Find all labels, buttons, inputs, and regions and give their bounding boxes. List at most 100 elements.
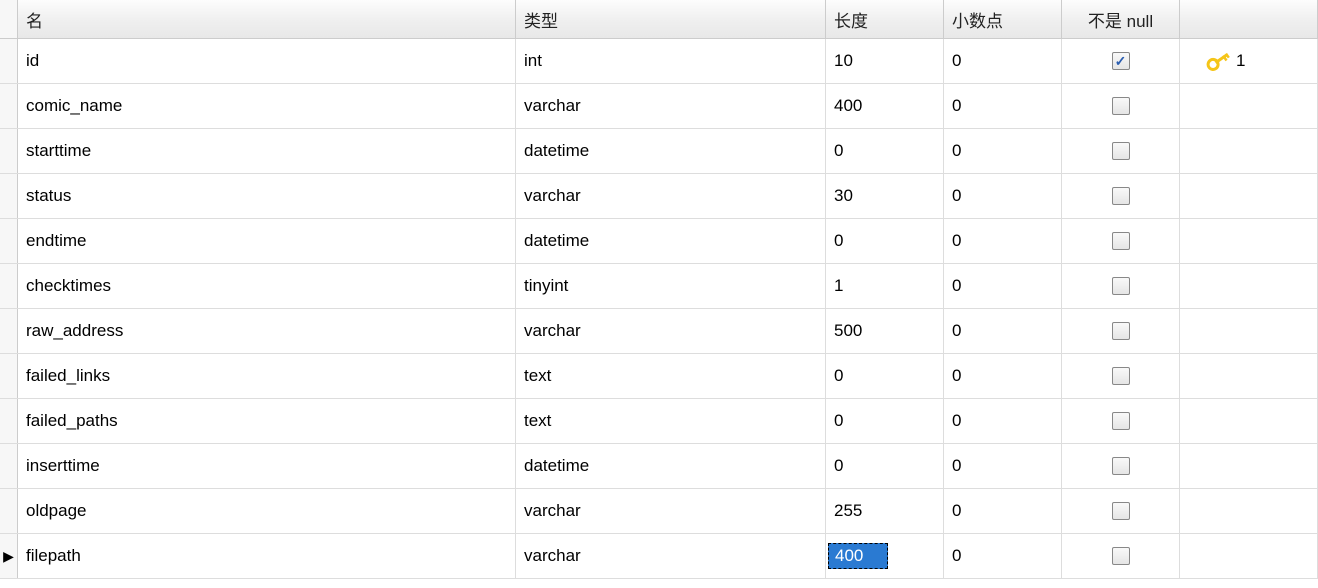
cell-field-type[interactable]: tinyint [516, 264, 826, 308]
not-null-checkbox[interactable] [1112, 547, 1130, 565]
cell-field-length[interactable]: 400 [826, 534, 944, 578]
cell-field-type[interactable]: int [516, 39, 826, 83]
table-row[interactable]: raw_addressvarchar5000 [0, 309, 1318, 354]
not-null-checkbox[interactable] [1112, 52, 1130, 70]
cell-not-null[interactable] [1062, 444, 1180, 488]
row-gutter[interactable] [0, 309, 18, 353]
cell-field-length[interactable]: 0 [826, 219, 944, 263]
row-gutter[interactable] [0, 444, 18, 488]
cell-field-name[interactable]: status [18, 174, 516, 218]
not-null-checkbox[interactable] [1112, 322, 1130, 340]
cell-primary-key[interactable]: 1 [1180, 39, 1318, 83]
cell-field-decimals[interactable]: 0 [944, 354, 1062, 398]
not-null-checkbox[interactable] [1112, 502, 1130, 520]
cell-field-name[interactable]: checktimes [18, 264, 516, 308]
cell-field-name[interactable]: comic_name [18, 84, 516, 128]
cell-field-decimals[interactable]: 0 [944, 39, 1062, 83]
not-null-checkbox[interactable] [1112, 457, 1130, 475]
row-gutter[interactable] [0, 354, 18, 398]
cell-primary-key[interactable] [1180, 84, 1318, 128]
cell-field-type[interactable]: datetime [516, 219, 826, 263]
cell-not-null[interactable] [1062, 129, 1180, 173]
row-gutter[interactable] [0, 39, 18, 83]
cell-field-name[interactable]: id [18, 39, 516, 83]
cell-field-type[interactable]: varchar [516, 84, 826, 128]
table-row[interactable]: ▶filepathvarchar400 0 [0, 534, 1318, 579]
cell-field-type[interactable]: varchar [516, 309, 826, 353]
cell-field-decimals[interactable]: 0 [944, 84, 1062, 128]
cell-field-name[interactable]: filepath [18, 534, 516, 578]
cell-field-length[interactable]: 500 [826, 309, 944, 353]
not-null-checkbox[interactable] [1112, 232, 1130, 250]
cell-field-name[interactable]: raw_address [18, 309, 516, 353]
row-gutter[interactable] [0, 174, 18, 218]
header-decimals[interactable]: 小数点 [944, 0, 1062, 38]
cell-field-length[interactable]: 0 [826, 444, 944, 488]
cell-field-type[interactable]: text [516, 399, 826, 443]
table-row[interactable]: statusvarchar300 [0, 174, 1318, 219]
cell-not-null[interactable] [1062, 264, 1180, 308]
cell-not-null[interactable] [1062, 489, 1180, 533]
header-notnull[interactable]: 不是 null [1062, 0, 1180, 38]
not-null-checkbox[interactable] [1112, 367, 1130, 385]
cell-field-decimals[interactable]: 0 [944, 264, 1062, 308]
cell-field-length[interactable]: 0 [826, 354, 944, 398]
table-row[interactable]: checktimestinyint10 [0, 264, 1318, 309]
selected-editing-cell[interactable]: 400 [828, 543, 888, 569]
table-row[interactable]: inserttimedatetime00 [0, 444, 1318, 489]
cell-field-type[interactable]: varchar [516, 489, 826, 533]
table-row[interactable]: failed_linkstext00 [0, 354, 1318, 399]
cell-primary-key[interactable] [1180, 534, 1318, 578]
cell-primary-key[interactable] [1180, 399, 1318, 443]
table-row[interactable]: starttimedatetime00 [0, 129, 1318, 174]
cell-field-type[interactable]: varchar [516, 534, 826, 578]
cell-primary-key[interactable] [1180, 219, 1318, 263]
row-gutter[interactable] [0, 129, 18, 173]
row-gutter[interactable] [0, 489, 18, 533]
cell-field-type[interactable]: datetime [516, 444, 826, 488]
header-name[interactable]: 名 [18, 0, 516, 38]
cell-field-type[interactable]: datetime [516, 129, 826, 173]
cell-field-decimals[interactable]: 0 [944, 129, 1062, 173]
table-row[interactable]: oldpagevarchar2550 [0, 489, 1318, 534]
cell-field-decimals[interactable]: 0 [944, 534, 1062, 578]
header-length[interactable]: 长度 [826, 0, 944, 38]
cell-not-null[interactable] [1062, 354, 1180, 398]
cell-field-length[interactable]: 10 [826, 39, 944, 83]
not-null-checkbox[interactable] [1112, 142, 1130, 160]
table-row[interactable]: idint100 1 [0, 39, 1318, 84]
cell-field-decimals[interactable]: 0 [944, 309, 1062, 353]
cell-primary-key[interactable] [1180, 129, 1318, 173]
cell-field-type[interactable]: text [516, 354, 826, 398]
cell-field-decimals[interactable]: 0 [944, 174, 1062, 218]
table-row[interactable]: failed_pathstext00 [0, 399, 1318, 444]
row-gutter[interactable] [0, 219, 18, 263]
cell-primary-key[interactable] [1180, 174, 1318, 218]
cell-field-name[interactable]: failed_links [18, 354, 516, 398]
cell-primary-key[interactable] [1180, 309, 1318, 353]
not-null-checkbox[interactable] [1112, 412, 1130, 430]
cell-primary-key[interactable] [1180, 444, 1318, 488]
cell-field-name[interactable]: failed_paths [18, 399, 516, 443]
cell-field-length[interactable]: 255 [826, 489, 944, 533]
row-gutter[interactable]: ▶ [0, 534, 18, 578]
not-null-checkbox[interactable] [1112, 97, 1130, 115]
cell-field-length[interactable]: 0 [826, 129, 944, 173]
cell-not-null[interactable] [1062, 399, 1180, 443]
row-gutter[interactable] [0, 264, 18, 308]
cell-field-name[interactable]: oldpage [18, 489, 516, 533]
cell-field-length[interactable]: 0 [826, 399, 944, 443]
table-row[interactable]: endtimedatetime00 [0, 219, 1318, 264]
cell-field-name[interactable]: endtime [18, 219, 516, 263]
cell-not-null[interactable] [1062, 534, 1180, 578]
cell-not-null[interactable] [1062, 309, 1180, 353]
cell-field-decimals[interactable]: 0 [944, 219, 1062, 263]
cell-field-decimals[interactable]: 0 [944, 444, 1062, 488]
cell-field-name[interactable]: starttime [18, 129, 516, 173]
cell-primary-key[interactable] [1180, 264, 1318, 308]
cell-field-name[interactable]: inserttime [18, 444, 516, 488]
not-null-checkbox[interactable] [1112, 187, 1130, 205]
cell-not-null[interactable] [1062, 219, 1180, 263]
cell-not-null[interactable] [1062, 39, 1180, 83]
cell-not-null[interactable] [1062, 174, 1180, 218]
